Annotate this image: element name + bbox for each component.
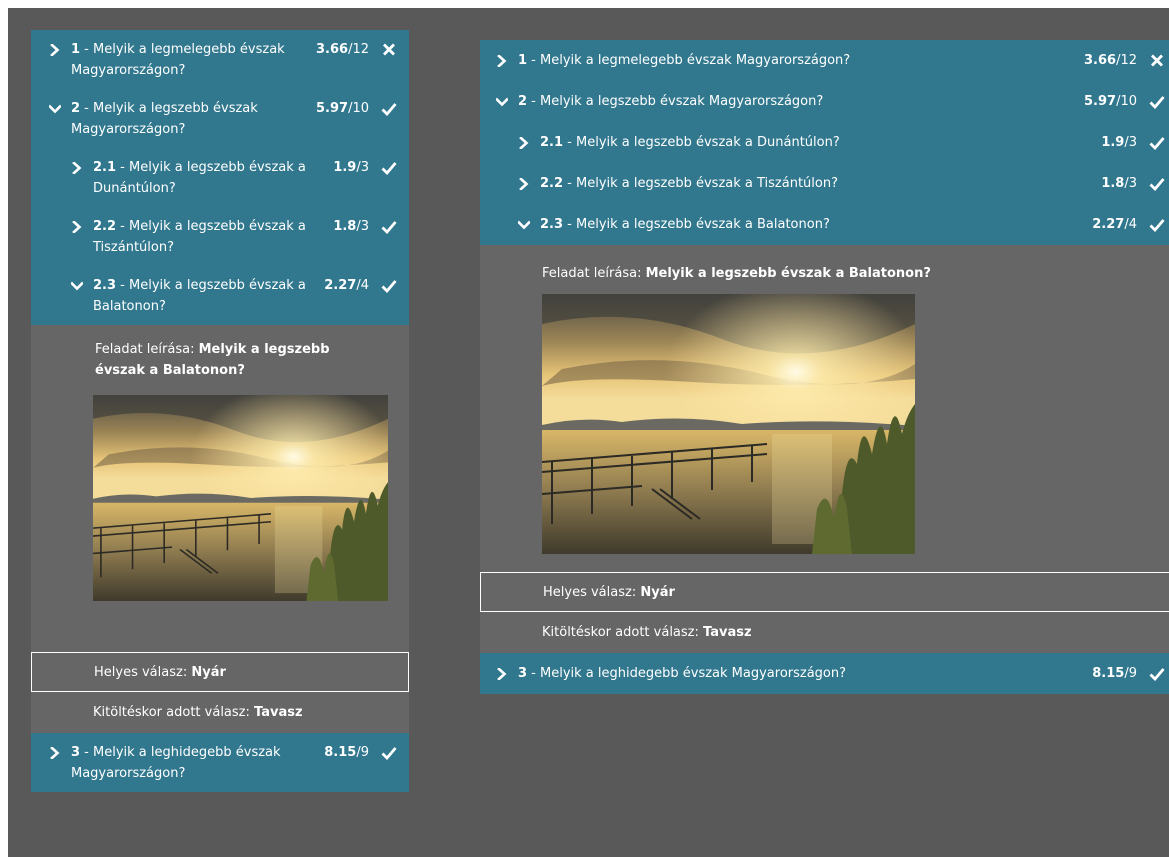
chevron-down-icon[interactable] [514, 214, 534, 235]
question-score: 1.8/3 [1101, 176, 1137, 191]
checkmark-icon [1137, 132, 1165, 153]
checkmark-icon [369, 216, 397, 237]
question-score: 2.27/4 [1092, 217, 1137, 232]
chevron-down-icon[interactable] [67, 275, 87, 296]
question-row-2[interactable]: 2 - Melyik a legszebb évszak Magyarorszá… [31, 89, 409, 148]
question-score: 3.66/12 [1084, 53, 1137, 68]
question-score: 1.8/3 [333, 219, 369, 234]
question-score: 5.97/10 [1084, 94, 1137, 109]
question-text: 2.2 - Melyik a legszebb évszak a Tiszánt… [540, 176, 838, 191]
task-description: Feladat leírása: Melyik a legszebb évsza… [542, 266, 931, 281]
chevron-right-icon[interactable] [492, 50, 512, 71]
chevron-right-icon[interactable] [492, 663, 512, 684]
question-text: 2.1 - Melyik a legszebb évszak a Dunántú… [540, 135, 840, 150]
question-text: 2.1 - Melyik a legszebb évszak a Dunántú… [93, 160, 306, 196]
question-row-1[interactable]: 1 - Melyik a legmelegebb évszak Magyaror… [31, 30, 409, 89]
checkmark-icon [1137, 91, 1165, 112]
correct-answer: Helyes válasz: Nyár [480, 572, 1169, 612]
results-panel-narrow: 1 - Melyik a legmelegebb évszak Magyaror… [31, 30, 409, 792]
question-text: 1 - Melyik a legmelegebb évszak Magyaror… [71, 42, 285, 78]
question-score: 8.15/9 [1092, 666, 1137, 681]
question-text: 2.2 - Melyik a legszebb évszak a Tiszánt… [93, 219, 306, 255]
chevron-right-icon[interactable] [67, 216, 87, 237]
chevron-down-icon[interactable] [492, 91, 512, 112]
chevron-right-icon[interactable] [67, 157, 87, 178]
results-panel-wide: 1 - Melyik a legmelegebb évszak Magyaror… [480, 40, 1169, 694]
question-score: 5.97/10 [316, 101, 369, 116]
chevron-right-icon[interactable] [45, 39, 65, 60]
question-row-2[interactable]: 2 - Melyik a legszebb évszak Magyarorszá… [480, 81, 1169, 122]
checkmark-icon [1137, 663, 1165, 684]
checkmark-icon [369, 157, 397, 178]
checkmark-icon [369, 275, 397, 296]
question-score: 8.15/9 [324, 745, 369, 760]
question-text: 3 - Melyik a leghidegebb évszak Magyaror… [518, 666, 847, 681]
question-row-2-3[interactable]: 2.3 - Melyik a legszebb évszak a Balaton… [480, 204, 1169, 245]
question-detail: Feladat leírása: Melyik a legszebb évsza… [31, 325, 409, 652]
question-text: 2.3 - Melyik a legszebb évszak a Balaton… [540, 217, 830, 232]
question-row-2-2[interactable]: 2.2 - Melyik a legszebb évszak a Tiszánt… [480, 163, 1169, 204]
question-score: 1.9/3 [1101, 135, 1137, 150]
question-text: 2 - Melyik a legszebb évszak Magyarorszá… [71, 101, 258, 137]
chevron-right-icon[interactable] [45, 742, 65, 763]
given-answer: Kitöltéskor adott válasz: Tavasz [31, 692, 409, 733]
question-row-2-2[interactable]: 2.2 - Melyik a legszebb évszak a Tiszánt… [31, 207, 409, 266]
question-row-2-3[interactable]: 2.3 - Melyik a legszebb évszak a Balaton… [31, 266, 409, 325]
question-score: 1.9/3 [333, 160, 369, 175]
question-text: 3 - Melyik a leghidegebb évszak Magyaror… [71, 745, 281, 781]
checkmark-icon [1137, 173, 1165, 194]
question-text: 2.3 - Melyik a legszebb évszak a Balaton… [93, 278, 306, 314]
question-row-2-1[interactable]: 2.1 - Melyik a legszebb évszak a Dunántú… [480, 122, 1169, 163]
lake-sunset-image [542, 294, 915, 554]
checkmark-icon [1137, 214, 1165, 235]
question-row-3[interactable]: 3 - Melyik a leghidegebb évszak Magyaror… [480, 653, 1169, 694]
cross-icon [369, 39, 397, 60]
checkmark-icon [369, 98, 397, 119]
chevron-right-icon[interactable] [514, 132, 534, 153]
question-row-1[interactable]: 1 - Melyik a legmelegebb évszak Magyaror… [480, 40, 1169, 81]
question-score: 2.27/4 [324, 278, 369, 293]
page-background: 1 - Melyik a legmelegebb évszak Magyaror… [8, 8, 1169, 857]
question-detail: Feladat leírása: Melyik a legszebb évsza… [480, 245, 1169, 572]
question-row-2-1[interactable]: 2.1 - Melyik a legszebb évszak a Dunántú… [31, 148, 409, 207]
question-row-3[interactable]: 3 - Melyik a leghidegebb évszak Magyaror… [31, 733, 409, 792]
question-text: 1 - Melyik a legmelegebb évszak Magyaror… [518, 53, 851, 68]
lake-sunset-image [93, 395, 388, 601]
correct-answer: Helyes válasz: Nyár [31, 652, 409, 692]
chevron-right-icon[interactable] [514, 173, 534, 194]
chevron-down-icon[interactable] [45, 98, 65, 119]
question-text: 2 - Melyik a legszebb évszak Magyarorszá… [518, 94, 824, 109]
checkmark-icon [369, 742, 397, 763]
question-score: 3.66/12 [316, 42, 369, 57]
cross-icon [1137, 50, 1165, 71]
given-answer: Kitöltéskor adott válasz: Tavasz [480, 612, 1169, 653]
task-description: Feladat leírása: Melyik a legszebb évsza… [95, 342, 330, 378]
